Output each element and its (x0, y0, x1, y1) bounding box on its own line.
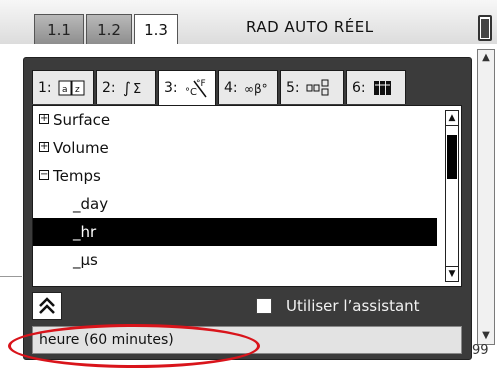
page-tab-label: 1.1 (47, 21, 71, 39)
catalog-controls: Utiliser l’assistant (32, 290, 462, 324)
svg-text:a: a (62, 85, 68, 95)
catalog-tab-number: 4: (224, 80, 238, 96)
page-tab-label: 1.2 (97, 21, 121, 39)
list-item[interactable]: _µs (33, 246, 437, 274)
catalog-tab-5[interactable]: 5: (280, 70, 344, 104)
list-item[interactable]: + Surface (33, 106, 437, 134)
collapse-all-button[interactable] (32, 292, 62, 320)
battery-icon (478, 15, 492, 41)
catalog-dialog: 1: a z 2: ∫ Σ 3: °C °F 4: ∞β° 5: 6: + Su… (23, 57, 472, 360)
list-scrollbar[interactable]: ▲ ▼ (445, 110, 459, 282)
list-item[interactable]: _day (33, 190, 437, 218)
list-item-label: Volume (53, 139, 109, 157)
collapse-icon[interactable]: − (39, 170, 49, 180)
svg-text:z: z (75, 85, 80, 95)
catalog-tab-1[interactable]: 1: a z (32, 70, 94, 104)
templates-icon (306, 79, 329, 96)
double-chevron-up-icon (39, 297, 55, 314)
list-item-label: _hr (73, 223, 97, 241)
book-icon: a z (58, 80, 85, 96)
catalog-tab-number: 5: (286, 80, 300, 96)
list-item-label: Surface (53, 111, 111, 129)
svg-text:∞β°: ∞β° (244, 82, 268, 96)
units-icon: °C °F (185, 79, 207, 98)
expand-icon[interactable]: + (39, 142, 49, 152)
document-scrollbar[interactable]: ▲ ▼ (477, 49, 495, 345)
page-tab-1-3[interactable]: 1.3 (134, 14, 178, 45)
wizard-label: Utiliser l’assistant (286, 297, 420, 315)
svg-text:°F: °F (196, 79, 206, 89)
scroll-up-icon[interactable]: ▲ (479, 51, 493, 65)
list-item-label: _µs (73, 251, 98, 269)
integral-sum-icon: ∫ Σ (123, 79, 141, 97)
document-divider (0, 276, 22, 277)
svg-text:∫: ∫ (123, 79, 131, 97)
catalog-tab-number: 2: (102, 80, 116, 96)
status-mode: RAD AUTO RÉEL (246, 18, 374, 36)
expand-icon[interactable]: + (39, 114, 49, 124)
scroll-down-icon[interactable]: ▼ (446, 266, 458, 281)
list-item-label: _day (73, 195, 109, 213)
list-item-label: Temps (53, 167, 101, 185)
list-item[interactable]: + Volume (33, 134, 437, 162)
list-item[interactable]: − Temps (33, 162, 437, 190)
catalog-tab-number: 6: (352, 80, 366, 96)
catalog-tab-3[interactable]: 3: °C °F (158, 70, 216, 106)
svg-text:Σ: Σ (133, 82, 141, 97)
catalog-tab-6[interactable]: 6: (346, 70, 406, 104)
scroll-up-icon[interactable]: ▲ (446, 111, 458, 126)
list-item-selected[interactable]: _hr (33, 218, 437, 246)
catalog-tab-number: 3: (164, 80, 178, 96)
libraries-icon (374, 81, 392, 95)
catalog-list[interactable]: + Surface + Volume − Temps _day _hr _µs … (32, 105, 462, 287)
symbols-icon: ∞β° (244, 82, 268, 96)
wizard-checkbox[interactable] (256, 298, 272, 314)
document-peek-value: 99 (472, 343, 489, 358)
scroll-thumb[interactable] (447, 135, 457, 179)
page-tab-1-2[interactable]: 1.2 (86, 14, 132, 44)
scroll-down-icon[interactable]: ▼ (479, 329, 493, 343)
page-tab-1-1[interactable]: 1.1 (34, 14, 84, 44)
highlight-ellipse (8, 324, 260, 368)
top-bar: 1.1 1.2 1.3 RAD AUTO RÉEL (0, 0, 497, 45)
catalog-tab-number: 1: (38, 80, 52, 96)
page-tab-label: 1.3 (144, 21, 168, 39)
catalog-tab-2[interactable]: 2: ∫ Σ (96, 70, 156, 104)
catalog-tab-4[interactable]: 4: ∞β° (218, 70, 278, 104)
